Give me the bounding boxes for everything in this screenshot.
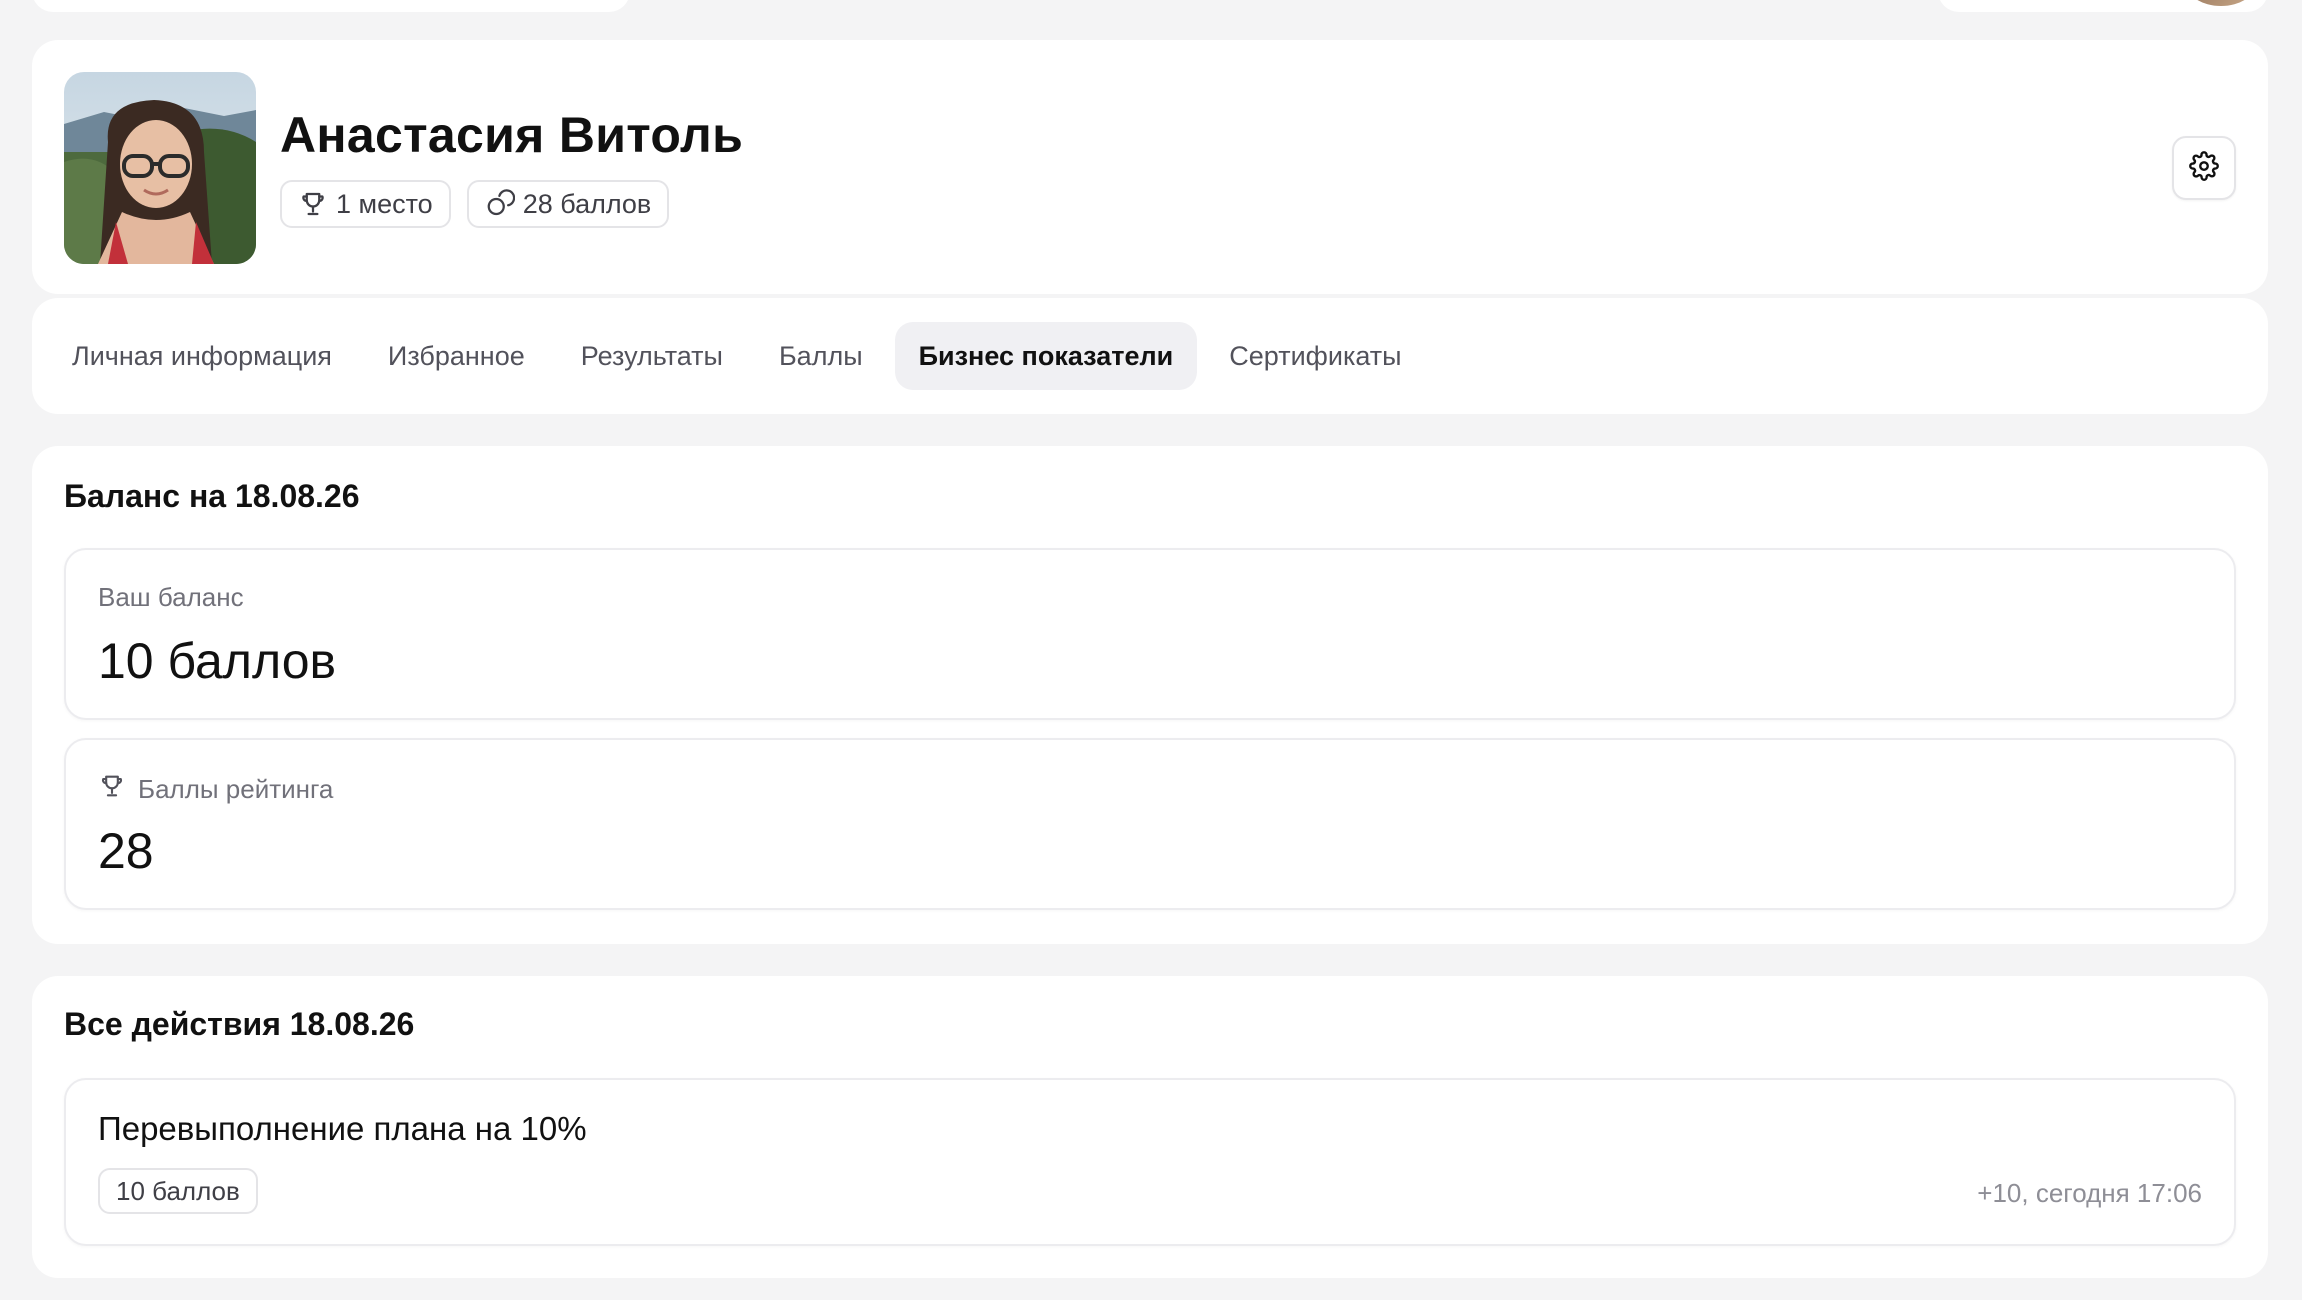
top-search-bar-fragment[interactable] <box>32 0 630 12</box>
your-balance-label: Ваш баланс <box>98 582 244 612</box>
profile-header-card: Анастасия Витоль 1 место 28 баллов <box>32 40 2268 294</box>
points-label: 28 баллов <box>522 188 652 219</box>
profile-page: Анастасия Витоль 1 место 28 баллов Лична… <box>0 0 2302 1300</box>
tab-personal-info[interactable]: Личная информация <box>48 322 356 390</box>
tab-business-metrics[interactable]: Бизнес показатели <box>894 322 1198 390</box>
your-balance-panel: Ваш баланс 10 баллов <box>64 548 2236 720</box>
tab-points[interactable]: Баллы <box>755 322 887 390</box>
trophy-icon <box>98 772 126 807</box>
action-item-title: Перевыполнение плана на 10% <box>98 1110 587 1147</box>
trophy-icon <box>298 189 328 219</box>
profile-tabs: Личная информация Избранное Результаты Б… <box>32 298 2268 414</box>
action-item-points-badge: 10 баллов <box>98 1168 258 1214</box>
tab-results[interactable]: Результаты <box>557 322 747 390</box>
place-badge: 1 место <box>280 180 451 228</box>
rating-points-value: 28 <box>98 823 154 879</box>
action-item-timestamp: +10, сегодня 17:06 <box>1977 1178 2202 1208</box>
tab-favorites[interactable]: Избранное <box>364 322 549 390</box>
place-label: 1 место <box>336 188 433 219</box>
rating-points-panel: Баллы рейтинга 28 <box>64 738 2236 910</box>
settings-button[interactable] <box>2172 136 2236 200</box>
coins-icon <box>485 189 515 219</box>
profile-stats: 1 место 28 баллов <box>280 180 670 228</box>
tab-certificates[interactable]: Сертификаты <box>1205 322 1425 390</box>
gear-icon <box>2189 150 2219 186</box>
actions-title: Все действия 18.08.26 <box>64 1006 415 1042</box>
actions-card: Все действия 18.08.26 Перевыполнение пла… <box>32 976 2268 1278</box>
balance-card: Баланс на 18.08.26 Ваш баланс 10 баллов <box>32 446 2268 944</box>
rating-points-label: Баллы рейтинга <box>98 772 333 807</box>
action-item: Перевыполнение плана на 10% 10 баллов +1… <box>64 1078 2236 1246</box>
your-balance-value: 10 баллов <box>98 633 337 689</box>
points-badge: 28 баллов <box>466 180 670 228</box>
balance-title: Баланс на 18.08.26 <box>64 478 360 514</box>
profile-name: Анастасия Витоль <box>280 107 744 163</box>
profile-avatar <box>64 72 256 264</box>
